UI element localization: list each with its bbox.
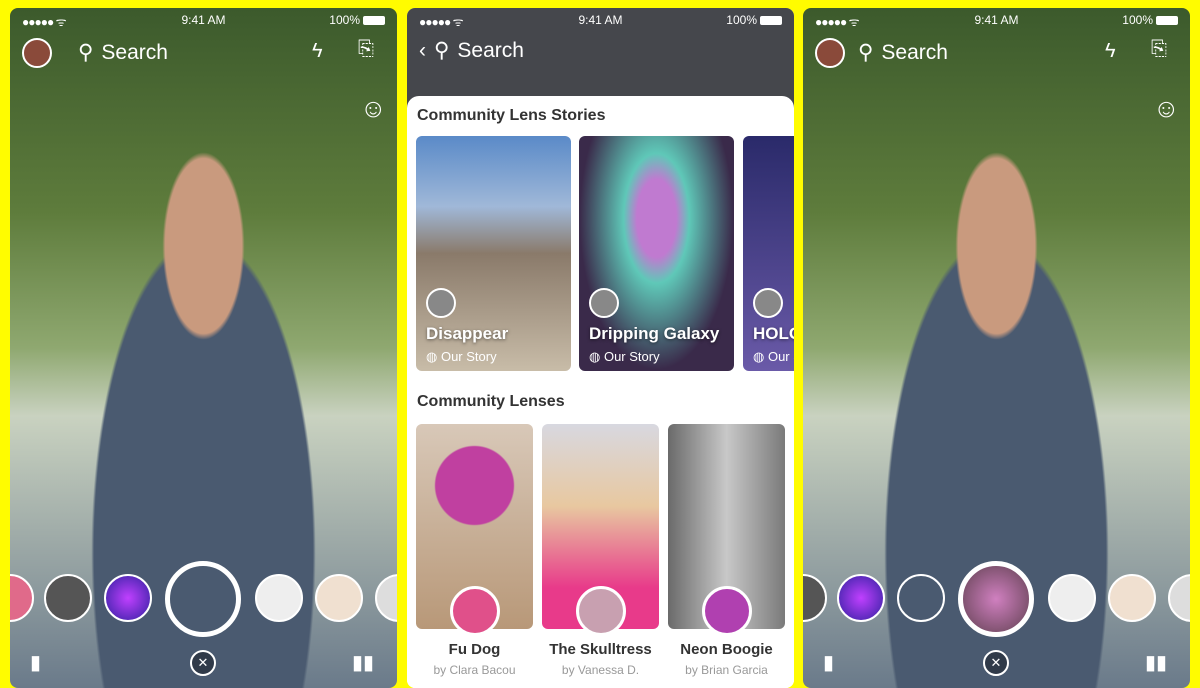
search-button[interactable]: ⚲ Search <box>78 40 168 65</box>
battery-icon <box>363 16 385 26</box>
lens-item[interactable] <box>10 574 34 622</box>
story-title: Disappear <box>426 324 509 343</box>
search-bar[interactable]: ‹ ⚲ Search <box>419 38 524 63</box>
lens-carousel[interactable] <box>10 561 397 637</box>
flip-camera-icon[interactable]: ⎘ <box>1151 38 1167 61</box>
stories-icon[interactable]: ▮▮ <box>352 650 374 675</box>
battery: 100% <box>726 13 782 27</box>
lens-name: Fu Dog <box>448 641 501 658</box>
lens-item[interactable] <box>375 574 397 622</box>
status-bar: ●●●●● ᯤ 9:41 AM 100% <box>10 13 397 29</box>
story-card[interactable]: Dripping Galaxy ◍ Our Story <box>579 136 734 371</box>
story-avatar <box>589 288 619 318</box>
battery-percent: 100% <box>329 13 360 27</box>
battery-percent: 100% <box>1122 13 1153 27</box>
lens-card[interactable]: Fu Dog by Clara Bacou <box>416 424 533 677</box>
globe-icon: ◍ <box>589 349 604 364</box>
lens-explore-icon[interactable]: ☺ <box>1153 93 1180 124</box>
avatar[interactable] <box>22 38 52 68</box>
battery-icon <box>1156 16 1178 26</box>
lens-item[interactable] <box>1048 574 1096 622</box>
story-card[interactable]: HOLO ◍ Our Story <box>743 136 794 371</box>
stories-icon[interactable]: ▮▮ <box>1145 650 1167 675</box>
search-label: Search <box>457 38 524 62</box>
story-avatar <box>426 288 456 318</box>
lens-item[interactable] <box>803 574 827 622</box>
battery: 100% <box>329 13 385 27</box>
status-bar: ●●●●● ᯤ 9:41 AM 100% <box>803 13 1190 29</box>
camera-screen-right: ●●●●● ᯤ 9:41 AM 100% ⚲ Search ϟ ⎘ ☺ ▮ ✕ ▮… <box>803 8 1190 688</box>
lens-item[interactable] <box>1108 574 1156 622</box>
story-card[interactable]: Disappear ◍ Our Story <box>416 136 571 371</box>
lens-avatar <box>702 586 752 636</box>
search-label: Search <box>881 40 948 64</box>
search-label: Search <box>101 40 168 64</box>
lens-avatar <box>450 586 500 636</box>
globe-icon: ◍ <box>753 349 768 364</box>
story-subtitle: ◍ Our Story <box>753 349 794 365</box>
flip-camera-icon[interactable]: ⎘ <box>358 38 374 61</box>
story-avatar <box>753 288 783 318</box>
section-title-stories: Community Lens Stories <box>417 107 606 124</box>
flash-off-icon[interactable]: ϟ <box>312 40 323 63</box>
status-bar: ●●●●● ᯤ 9:41 AM 100% <box>407 13 794 29</box>
chat-icon[interactable]: ▮ <box>823 650 834 675</box>
capture-button[interactable] <box>165 561 241 637</box>
close-lens-button[interactable]: ✕ <box>190 650 216 676</box>
story-title: HOLO <box>753 324 794 343</box>
lens-avatar <box>576 586 626 636</box>
camera-screen-left: ●●●●● ᯤ 9:41 AM 100% ⚲ Search ϟ ⎘ ☺ ▮ ✕ ▮… <box>10 8 397 688</box>
lens-item[interactable] <box>837 574 885 622</box>
lens-explore-icon[interactable]: ☺ <box>360 93 387 124</box>
lens-card[interactable]: Neon Boogie by Brian Garcia <box>668 424 785 677</box>
story-subtitle: ◍ Our Story <box>589 349 660 365</box>
lens-item[interactable] <box>315 574 363 622</box>
search-icon: ⚲ <box>78 41 94 64</box>
lens-item[interactable] <box>897 574 945 622</box>
search-icon: ⚲ <box>434 39 450 62</box>
chat-icon[interactable]: ▮ <box>30 650 41 675</box>
avatar[interactable] <box>815 38 845 68</box>
story-subtitle: ◍ Our Story <box>426 349 497 365</box>
search-icon: ⚲ <box>858 41 874 64</box>
story-subtitle-text: Our Story <box>603 349 660 364</box>
story-title: Dripping Galaxy <box>589 324 720 343</box>
section-title-lenses: Community Lenses <box>417 393 565 410</box>
back-icon[interactable]: ‹ <box>419 39 426 63</box>
story-subtitle-text: Our Story <box>767 349 794 364</box>
capture-button-active-lens[interactable] <box>958 561 1034 637</box>
lens-item[interactable] <box>44 574 92 622</box>
lens-item[interactable] <box>255 574 303 622</box>
lens-item[interactable] <box>104 574 152 622</box>
battery: 100% <box>1122 13 1178 27</box>
flash-off-icon[interactable]: ϟ <box>1105 40 1116 63</box>
globe-icon: ◍ <box>426 349 441 364</box>
lens-item[interactable] <box>1168 574 1190 622</box>
lens-card[interactable]: The Skulltress by Vanessa D. <box>542 424 659 677</box>
close-lens-button[interactable]: ✕ <box>983 650 1009 676</box>
search-button[interactable]: ⚲ Search <box>858 40 948 65</box>
search-screen: ●●●●● ᯤ 9:41 AM 100% ‹ ⚲ Search Community … <box>407 8 794 688</box>
lens-name: Neon Boogie <box>680 641 773 658</box>
lens-carousel[interactable] <box>803 561 1190 637</box>
battery-percent: 100% <box>726 13 757 27</box>
battery-icon <box>760 16 782 26</box>
story-subtitle-text: Our Story <box>440 349 497 364</box>
lens-name: The Skulltress <box>549 641 652 658</box>
